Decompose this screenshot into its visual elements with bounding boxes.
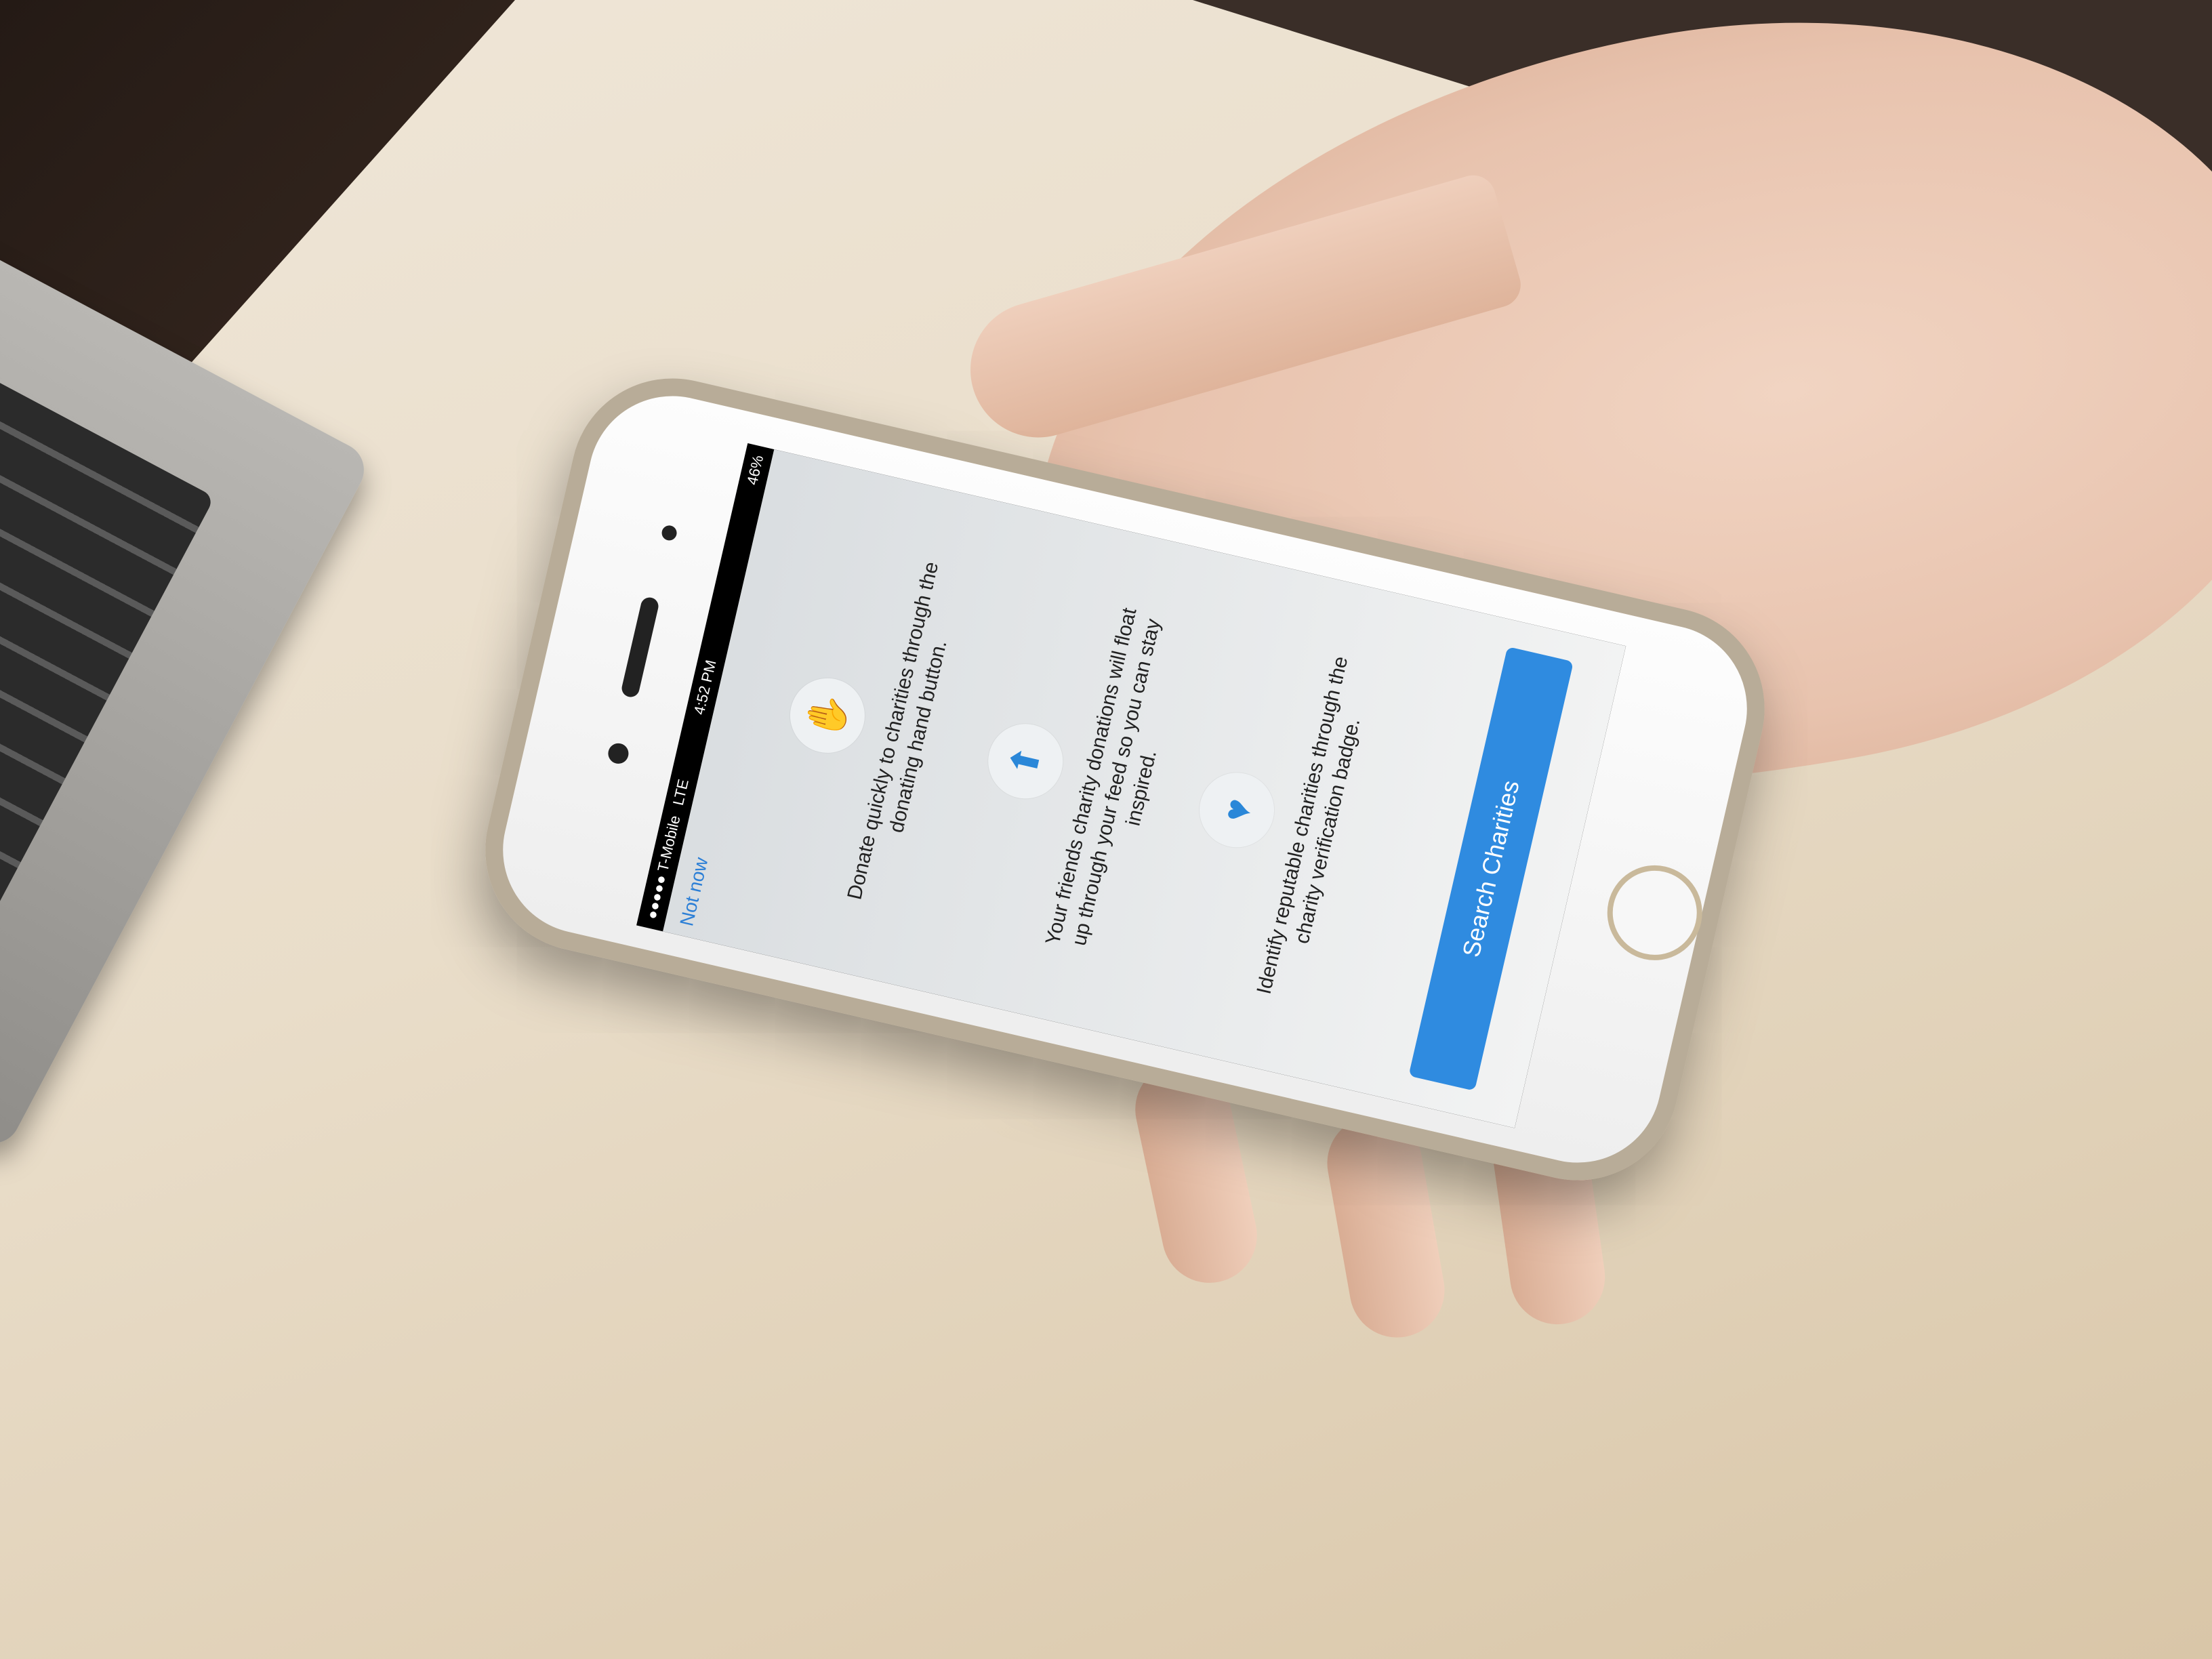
feature-text: Your friends charity donations will floa… xyxy=(1041,605,1165,948)
feature-text: Identify reputable charities through the… xyxy=(1252,654,1365,997)
front-camera-icon xyxy=(660,524,678,542)
donating-hand-icon: ✋ xyxy=(782,670,872,760)
not-now-button[interactable]: Not now xyxy=(676,855,712,928)
battery-label: 46% xyxy=(743,453,767,487)
feature-donate: ✋ Donate quickly to charities through th… xyxy=(735,466,987,981)
proximity-sensor xyxy=(606,741,631,766)
home-button[interactable] xyxy=(1597,855,1712,970)
search-charities-button[interactable]: Search Charities xyxy=(1408,646,1574,1091)
verified-heart-dollar-icon: ♥ xyxy=(1192,765,1282,855)
earpiece-speaker xyxy=(619,596,661,699)
feature-text: Donate quickly to charities through the … xyxy=(843,559,951,902)
float-up-arrow-icon: ⬆ xyxy=(981,716,1071,806)
